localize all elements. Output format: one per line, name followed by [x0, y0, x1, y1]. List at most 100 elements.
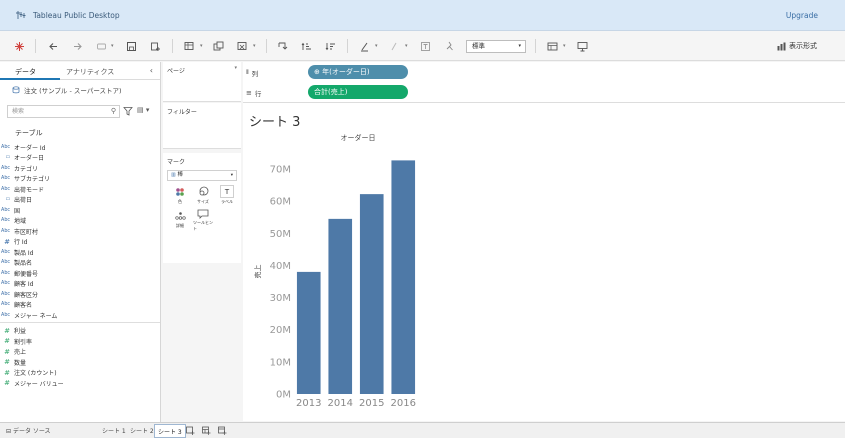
search-input[interactable]: 検索 ⚲ — [7, 105, 120, 118]
date-field-icon: ▭ — [5, 197, 10, 203]
dimension-field[interactable]: Abc オーダー Id — [0, 142, 160, 153]
measure-field[interactable]: # メジャー バリュー — [0, 378, 160, 389]
save-icon[interactable] — [124, 39, 138, 53]
dimension-field[interactable]: Abc 出荷モード — [0, 184, 160, 195]
measure-field[interactable]: # 注文 (カウント) — [0, 368, 160, 379]
clear-sheet-dropdown-icon[interactable]: ▾ — [253, 43, 258, 49]
show-mark-labels-icon[interactable] — [418, 39, 432, 53]
tab-analytics[interactable]: アナリティクス — [66, 67, 114, 77]
dimension-field[interactable]: Abc 顧客名 — [0, 300, 160, 311]
new-story-tab-icon[interactable] — [218, 426, 227, 435]
string-field-icon: Abc — [1, 291, 10, 297]
mark-type-select[interactable]: ▥ 棒 ▾ — [167, 170, 237, 181]
highlight-icon[interactable] — [357, 39, 371, 53]
worksheet-view[interactable]: シート 3 オーダー日 売上 0M 10M 20M 30M 40M 50M 60M 70M 2013… — [243, 103, 845, 421]
field-label: 郵便番号 — [14, 270, 39, 278]
dimension-field[interactable]: Abc カテゴリ — [0, 163, 160, 174]
detail-icon — [173, 209, 187, 222]
presentation-mode-icon[interactable] — [575, 39, 589, 53]
show-cards-dropdown-icon[interactable]: ▾ — [563, 43, 568, 49]
measure-field[interactable]: # 数量 — [0, 357, 160, 368]
number-field-icon: # — [4, 326, 10, 335]
dimension-field[interactable]: Abc メジャー ネーム — [0, 310, 160, 321]
detail-button[interactable]: 詳細 — [170, 209, 190, 231]
new-worksheet-dropdown-icon[interactable]: ▾ — [200, 43, 205, 49]
columns-label: ⦀ 列 — [246, 69, 259, 78]
tooltip-button[interactable]: ツールヒント — [193, 209, 213, 231]
data-pane: データ アナリティクス ‹ 注文 (サンプル - スーパーストア) 検索 ⚲ ▤… — [0, 62, 161, 422]
tableau-logo-icon — [16, 11, 26, 19]
collapse-pane-icon[interactable]: ‹ — [150, 66, 153, 75]
field-label: 注文 (カウント) — [14, 370, 57, 378]
filters-card[interactable]: フィルター — [163, 103, 241, 149]
number-field-icon: # — [4, 358, 10, 367]
pages-menu-icon[interactable]: ▾ — [234, 65, 237, 71]
upgrade-link[interactable]: Upgrade — [786, 11, 818, 20]
columns-shelf[interactable]: ⦀ 列 ⊕ 年(オーダー日) — [243, 62, 845, 83]
tab-sheet-2[interactable]: シート 2 — [130, 426, 154, 435]
group-members-icon[interactable] — [387, 39, 401, 53]
duplicate-sheet-icon[interactable] — [211, 39, 225, 53]
tables-heading: テーブル — [15, 129, 43, 137]
new-worksheet-icon[interactable] — [182, 39, 196, 53]
bar-2014 — [328, 218, 353, 394]
new-dashboard-tab-icon[interactable] — [202, 426, 211, 435]
clear-sheet-icon[interactable] — [235, 39, 249, 53]
dimension-field[interactable]: Abc 地域 — [0, 216, 160, 227]
pages-card[interactable]: ページ ▾ — [163, 62, 241, 102]
rows-shelf[interactable]: ≡ 行 合計(売上) — [243, 82, 845, 103]
dimension-field[interactable]: Abc サブカテゴリ — [0, 174, 160, 185]
y-tick-label: 40M — [270, 261, 291, 272]
replay-icon[interactable] — [94, 39, 108, 53]
label-button[interactable]: T ラベル — [217, 185, 237, 207]
measure-field[interactable]: # 売上 — [0, 347, 160, 358]
filter-icon[interactable] — [123, 106, 133, 116]
fit-select-chevron-icon: ▾ — [518, 43, 521, 49]
datasource-item[interactable]: 注文 (サンプル - スーパーストア) — [12, 85, 122, 95]
dimension-field[interactable]: Abc 郵便番号 — [0, 268, 160, 279]
redo-icon[interactable] — [70, 39, 84, 53]
show-me-button[interactable]: 表示形式 — [777, 41, 817, 51]
number-field-icon: # — [4, 379, 10, 388]
tab-sheet-3[interactable]: シート 3 — [154, 424, 186, 438]
measure-field[interactable]: # 割引率 — [0, 336, 160, 347]
expand-icon: ⊕ — [314, 68, 320, 76]
number-field-icon: # — [4, 347, 10, 356]
replay-dropdown-icon[interactable]: ▾ — [111, 43, 116, 49]
highlight-dropdown-icon[interactable]: ▾ — [375, 43, 380, 49]
dimension-field[interactable]: Abc 製品名 — [0, 258, 160, 269]
string-field-icon: Abc — [1, 228, 10, 234]
dimension-field[interactable]: Abc 市区町村 — [0, 226, 160, 237]
measure-field[interactable]: # 利益 — [0, 326, 160, 337]
tab-sheet-1[interactable]: シート 1 — [102, 426, 126, 435]
new-datasource-icon[interactable] — [148, 39, 162, 53]
tab-datasource[interactable]: ⊟ データ ソース — [6, 426, 51, 435]
dimension-field[interactable]: Abc 製品 Id — [0, 247, 160, 258]
rows-pill[interactable]: 合計(売上) — [308, 85, 408, 99]
field-label: 出荷モード — [14, 186, 45, 194]
field-label: オーダー日 — [14, 155, 45, 163]
dimension-field[interactable]: Abc 顧客 Id — [0, 279, 160, 290]
tableau-start-icon[interactable] — [12, 39, 26, 53]
dimension-field[interactable]: ▭ 出荷日 — [0, 195, 160, 206]
fix-axes-icon[interactable] — [442, 39, 456, 53]
view-options-icon[interactable]: ▤ ▾ — [137, 106, 149, 114]
dimension-field[interactable]: Abc 国 — [0, 205, 160, 216]
size-button[interactable]: サイズ — [193, 185, 213, 207]
sort-ascending-icon[interactable] — [299, 39, 313, 53]
tab-data[interactable]: データ — [0, 67, 60, 80]
sort-descending-icon[interactable] — [323, 39, 337, 53]
group-dropdown-icon[interactable]: ▾ — [405, 43, 410, 49]
columns-pill[interactable]: ⊕ 年(オーダー日) — [308, 65, 408, 79]
dimension-field[interactable]: Abc 顧客区分 — [0, 289, 160, 300]
bar-2013 — [296, 271, 321, 394]
new-worksheet-tab-icon[interactable] — [186, 426, 195, 435]
color-icon — [173, 185, 187, 198]
undo-icon[interactable] — [46, 39, 60, 53]
color-button[interactable]: 色 — [170, 185, 190, 207]
fit-select[interactable]: 標準 ▾ — [466, 40, 526, 53]
show-cards-icon[interactable] — [545, 39, 559, 53]
dimension-field[interactable]: ▭ オーダー日 — [0, 153, 160, 164]
dimension-field[interactable]: # 行 Id — [0, 237, 160, 248]
swap-rows-columns-icon[interactable] — [275, 39, 289, 53]
